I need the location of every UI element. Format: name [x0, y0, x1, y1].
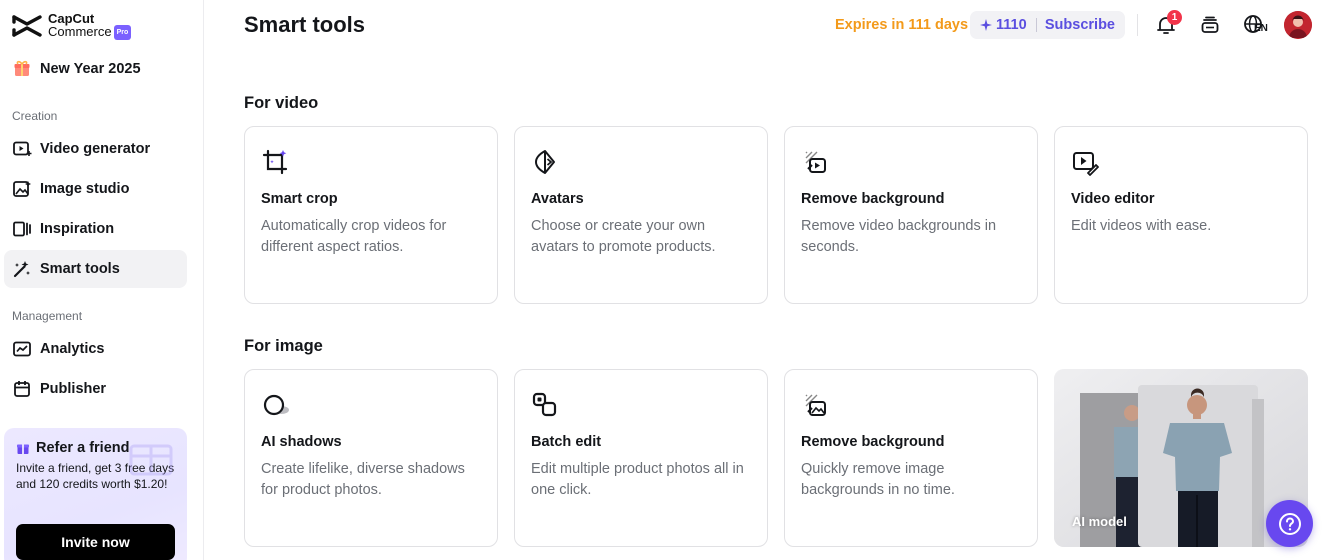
tool-card-description: Edit multiple product photos all in one …	[531, 461, 744, 498]
sidebar-item-new-year[interactable]: New Year 2025	[4, 50, 187, 88]
avatar-image	[1284, 11, 1312, 39]
image-studio-icon	[12, 179, 32, 199]
tool-card-avatars[interactable]: Avatars Choose or create your own avatar…	[514, 126, 768, 304]
sidebar-item-label: Video generator	[40, 141, 151, 157]
user-avatar[interactable]	[1284, 11, 1312, 39]
sidebar-item-publisher[interactable]: Publisher	[4, 370, 187, 408]
help-button[interactable]	[1266, 500, 1313, 547]
refer-title-text: Refer a friend	[36, 440, 130, 456]
sidebar-item-label: New Year 2025	[40, 61, 141, 77]
tool-card-title: Remove background	[801, 191, 945, 207]
sparkle-icon	[980, 19, 992, 31]
credits-pill: 1110 Subscribe	[970, 11, 1125, 39]
notification-count-badge: 1	[1167, 10, 1182, 25]
sidebar-item-label: Publisher	[40, 381, 107, 397]
capcut-commerce-logo[interactable]: CapCut Commerce Pro	[12, 12, 132, 41]
avatar-icon	[531, 147, 561, 177]
gift-decoration-icon	[129, 444, 173, 476]
gift-icon	[17, 444, 29, 454]
brand-product: Commerce	[48, 24, 112, 39]
language-button[interactable]: EN	[1241, 12, 1268, 38]
credits-count: 1110	[996, 17, 1027, 33]
tool-card-smart-crop[interactable]: Smart crop Automatically crop videos for…	[244, 126, 498, 304]
magic-wand-icon	[12, 259, 32, 279]
tool-card-description: Remove video backgrounds in seconds.	[801, 218, 997, 255]
gift-icon	[12, 59, 32, 79]
invite-now-button[interactable]: Invite now	[16, 524, 175, 560]
tool-card-remove-background-image[interactable]: Remove background Quickly remove image b…	[784, 369, 1038, 547]
sidebar-item-video-generator[interactable]: Video generator	[4, 130, 187, 168]
crop-icon	[261, 147, 291, 177]
sidebar-item-label: Inspiration	[40, 221, 115, 237]
shadow-icon	[261, 390, 291, 420]
tool-card-title: AI shadows	[261, 434, 342, 450]
creation-section-label: Creation	[12, 109, 58, 123]
subscription-expiry: Expires in 111 days	[835, 17, 969, 33]
sidebar: CapCut Commerce Pro New Year 2025 Creatio…	[0, 0, 204, 560]
sidebar-item-label: Analytics	[40, 341, 105, 357]
credits-balance[interactable]: 1110	[980, 17, 1027, 33]
tool-card-title: Avatars	[531, 191, 584, 207]
stack-icon	[1201, 16, 1219, 33]
analytics-icon	[12, 339, 32, 359]
language-code: EN	[1254, 23, 1268, 34]
tool-card-title: Smart crop	[261, 191, 338, 207]
sidebar-item-analytics[interactable]: Analytics	[4, 330, 187, 368]
subscribe-link[interactable]: Subscribe	[1045, 17, 1115, 33]
tool-card-description: Edit videos with ease.	[1071, 218, 1212, 234]
tool-card-video-editor[interactable]: Video editor Edit videos with ease.	[1054, 126, 1308, 304]
management-section-label: Management	[12, 309, 83, 323]
tool-card-description: Quickly remove image backgrounds in no t…	[801, 461, 955, 498]
calendar-icon	[12, 379, 32, 399]
video-generator-icon	[12, 139, 32, 159]
remove-bg-image-icon	[801, 390, 831, 420]
sidebar-item-label: Image studio	[40, 181, 130, 197]
inspiration-icon	[12, 219, 32, 239]
header-divider	[1137, 14, 1138, 36]
tool-card-description: Choose or create your own avatars to pro…	[531, 218, 716, 255]
refer-a-friend-card: Refer a friend Invite a friend, get 3 fr…	[4, 428, 187, 560]
tasks-button[interactable]	[1197, 12, 1223, 38]
tool-card-ai-shadows[interactable]: AI shadows Create lifelike, diverse shad…	[244, 369, 498, 547]
notifications-button[interactable]: 1	[1153, 10, 1182, 38]
section-title-video: For video	[244, 94, 319, 112]
tool-card-batch-edit[interactable]: Batch edit Edit multiple product photos …	[514, 369, 768, 547]
page-title: Smart tools	[244, 12, 366, 37]
tool-card-title: Video editor	[1071, 191, 1155, 207]
batch-edit-icon	[531, 390, 561, 420]
sidebar-item-image-studio[interactable]: Image studio	[4, 170, 187, 208]
remove-bg-video-icon	[801, 147, 831, 177]
tool-card-description: Automatically crop videos for different …	[261, 218, 447, 255]
sidebar-item-inspiration[interactable]: Inspiration	[4, 210, 187, 248]
sidebar-item-smart-tools[interactable]: Smart tools	[4, 250, 187, 288]
tool-card-description: Create lifelike, diverse shadows for pro…	[261, 461, 465, 498]
capcut-logo-icon	[12, 15, 42, 37]
tool-card-remove-background-video[interactable]: Remove background Remove video backgroun…	[784, 126, 1038, 304]
question-mark-icon	[1278, 512, 1301, 535]
ai-model-label: AI model	[1072, 514, 1127, 529]
sidebar-item-label: Smart tools	[40, 261, 120, 277]
pro-badge: Pro	[113, 25, 132, 41]
tool-card-title: Remove background	[801, 434, 945, 450]
tool-card-title: Batch edit	[531, 434, 602, 450]
section-title-image: For image	[244, 337, 323, 355]
video-editor-icon	[1071, 147, 1101, 177]
